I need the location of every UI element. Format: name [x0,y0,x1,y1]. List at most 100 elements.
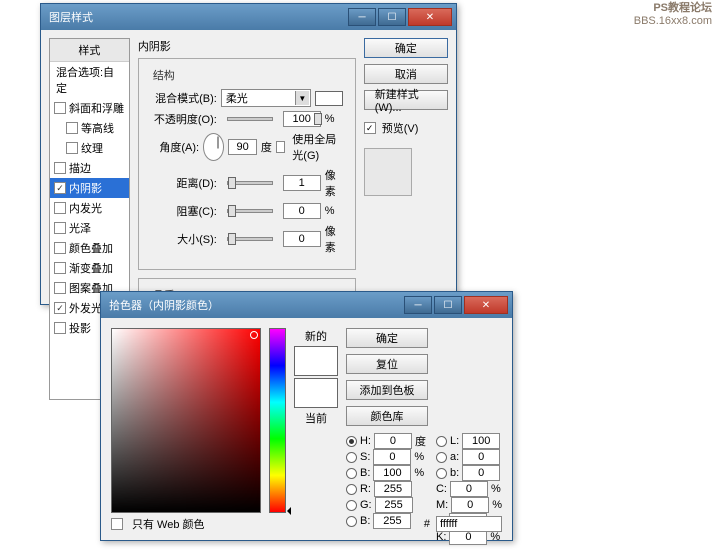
styles-header: 样式 [50,39,129,62]
new-color-swatch[interactable] [294,346,338,376]
style-item-8[interactable]: 渐变叠加 [50,258,129,278]
blend-mode-label: 混合模式(B): [149,90,217,106]
picker-minimize[interactable]: ─ [404,296,432,314]
picker-maximize[interactable]: ☐ [434,296,462,314]
style-checkbox[interactable]: ✓ [54,302,66,314]
current-label: 当前 [305,410,327,426]
distance-label: 距离(D): [149,175,217,191]
b-radio[interactable] [346,468,357,479]
new-style-button[interactable]: 新建样式(W)... [364,90,448,110]
r-input[interactable]: 255 [374,481,412,497]
distance-slider[interactable] [227,181,273,185]
size-input[interactable]: 0 [283,231,321,247]
opacity-label: 不透明度(O): [149,111,217,127]
blend-mode-combo[interactable]: 柔光▼ [221,89,311,107]
l-input[interactable]: 100 [462,433,500,449]
picker-title: 拾色器（内阴影颜色） [105,297,402,313]
style-item-6[interactable]: 光泽 [50,218,129,238]
choke-input[interactable]: 0 [283,203,321,219]
c-input[interactable]: 0 [450,481,488,497]
angle-input[interactable]: 90 [228,139,257,155]
style-item-2[interactable]: 纹理 [50,138,129,158]
style-checkbox[interactable] [54,242,66,254]
web-only-checkbox[interactable] [111,518,123,530]
global-light-checkbox[interactable] [276,141,285,153]
color-params: 确定 复位 添加到色板 颜色库 H:0度 S:0% B:100% R:255 G… [346,328,502,545]
picker-ok-button[interactable]: 确定 [346,328,428,348]
titlebar[interactable]: 图层样式 ─ ☐ ✕ [41,4,456,30]
panel-title: 内阴影 [138,38,356,54]
angle-dial[interactable] [203,133,224,161]
style-label: 等高线 [81,120,114,136]
preview-checkbox[interactable]: ✓ [364,122,376,134]
style-label: 外发光 [69,300,102,316]
s-input[interactable]: 0 [373,449,411,465]
h-input[interactable]: 0 [374,433,412,449]
new-label: 新的 [305,328,327,344]
choke-label: 阻塞(C): [149,203,217,219]
cancel-button[interactable]: 取消 [364,64,448,84]
style-label: 内阴影 [69,180,102,196]
picker-close[interactable]: ✕ [464,296,508,314]
dialog-title: 图层样式 [45,9,346,25]
style-label: 描边 [69,160,91,176]
style-item-1[interactable]: 等高线 [50,118,129,138]
chevron-down-icon: ▼ [295,91,309,105]
r-radio[interactable] [346,484,357,495]
hue-slider[interactable] [269,328,286,513]
style-checkbox[interactable] [54,222,66,234]
color-picker-dialog: 拾色器（内阴影颜色） ─ ☐ ✕ 新的 当前 确定 复位 添加到色板 颜色库 H… [100,291,513,541]
style-label: 纹理 [81,140,103,156]
current-color-swatch[interactable] [294,378,338,408]
blending-options[interactable]: 混合选项:自定 [50,62,129,98]
style-checkbox[interactable] [66,122,78,134]
g-input[interactable]: 255 [375,497,413,513]
libraries-button[interactable]: 颜色库 [346,406,428,426]
watermark-line2: BBS.16xx8.com [634,15,712,28]
add-swatch-button[interactable]: 添加到色板 [346,380,428,400]
h-radio[interactable] [346,436,357,447]
lb-radio[interactable] [436,468,447,479]
style-checkbox[interactable] [54,202,66,214]
style-checkbox[interactable]: ✓ [54,182,66,194]
l-radio[interactable] [436,436,447,447]
style-item-7[interactable]: 颜色叠加 [50,238,129,258]
style-label: 渐变叠加 [69,260,113,276]
b-input[interactable]: 100 [373,465,411,481]
style-item-4[interactable]: ✓内阴影 [50,178,129,198]
style-item-3[interactable]: 描边 [50,158,129,178]
size-slider[interactable] [227,237,273,241]
distance-input[interactable]: 1 [283,175,321,191]
hex-input[interactable]: ffffff [436,516,502,532]
picker-cancel-button[interactable]: 复位 [346,354,428,374]
style-label: 投影 [69,320,91,336]
structure-fieldset: 结构 混合模式(B): 柔光▼ 不透明度(O): 100 % 角度(A): [138,58,356,270]
lb-input[interactable]: 0 [462,465,500,481]
choke-slider[interactable] [227,209,273,213]
style-checkbox[interactable] [54,162,66,174]
style-label: 内发光 [69,200,102,216]
shadow-color-swatch[interactable] [315,91,343,106]
a-input[interactable]: 0 [462,449,500,465]
style-checkbox[interactable] [66,142,78,154]
m-input[interactable]: 0 [451,497,489,513]
style-item-0[interactable]: 斜面和浮雕 [50,98,129,118]
style-item-5[interactable]: 内发光 [50,198,129,218]
ok-button[interactable]: 确定 [364,38,448,58]
style-checkbox[interactable] [54,262,66,274]
g-radio[interactable] [346,500,357,511]
style-checkbox[interactable] [54,282,66,294]
s-radio[interactable] [346,452,357,463]
a-radio[interactable] [436,452,447,463]
opacity-slider[interactable] [227,117,273,121]
style-checkbox[interactable] [54,102,66,114]
close-button[interactable]: ✕ [408,8,452,26]
hex-label: # [424,518,430,530]
style-checkbox[interactable] [54,322,66,334]
style-label: 颜色叠加 [69,240,113,256]
minimize-button[interactable]: ─ [348,8,376,26]
maximize-button[interactable]: ☐ [378,8,406,26]
picker-titlebar[interactable]: 拾色器（内阴影颜色） ─ ☐ ✕ [101,292,512,318]
saturation-value-field[interactable] [111,328,261,513]
style-label: 斜面和浮雕 [69,100,124,116]
